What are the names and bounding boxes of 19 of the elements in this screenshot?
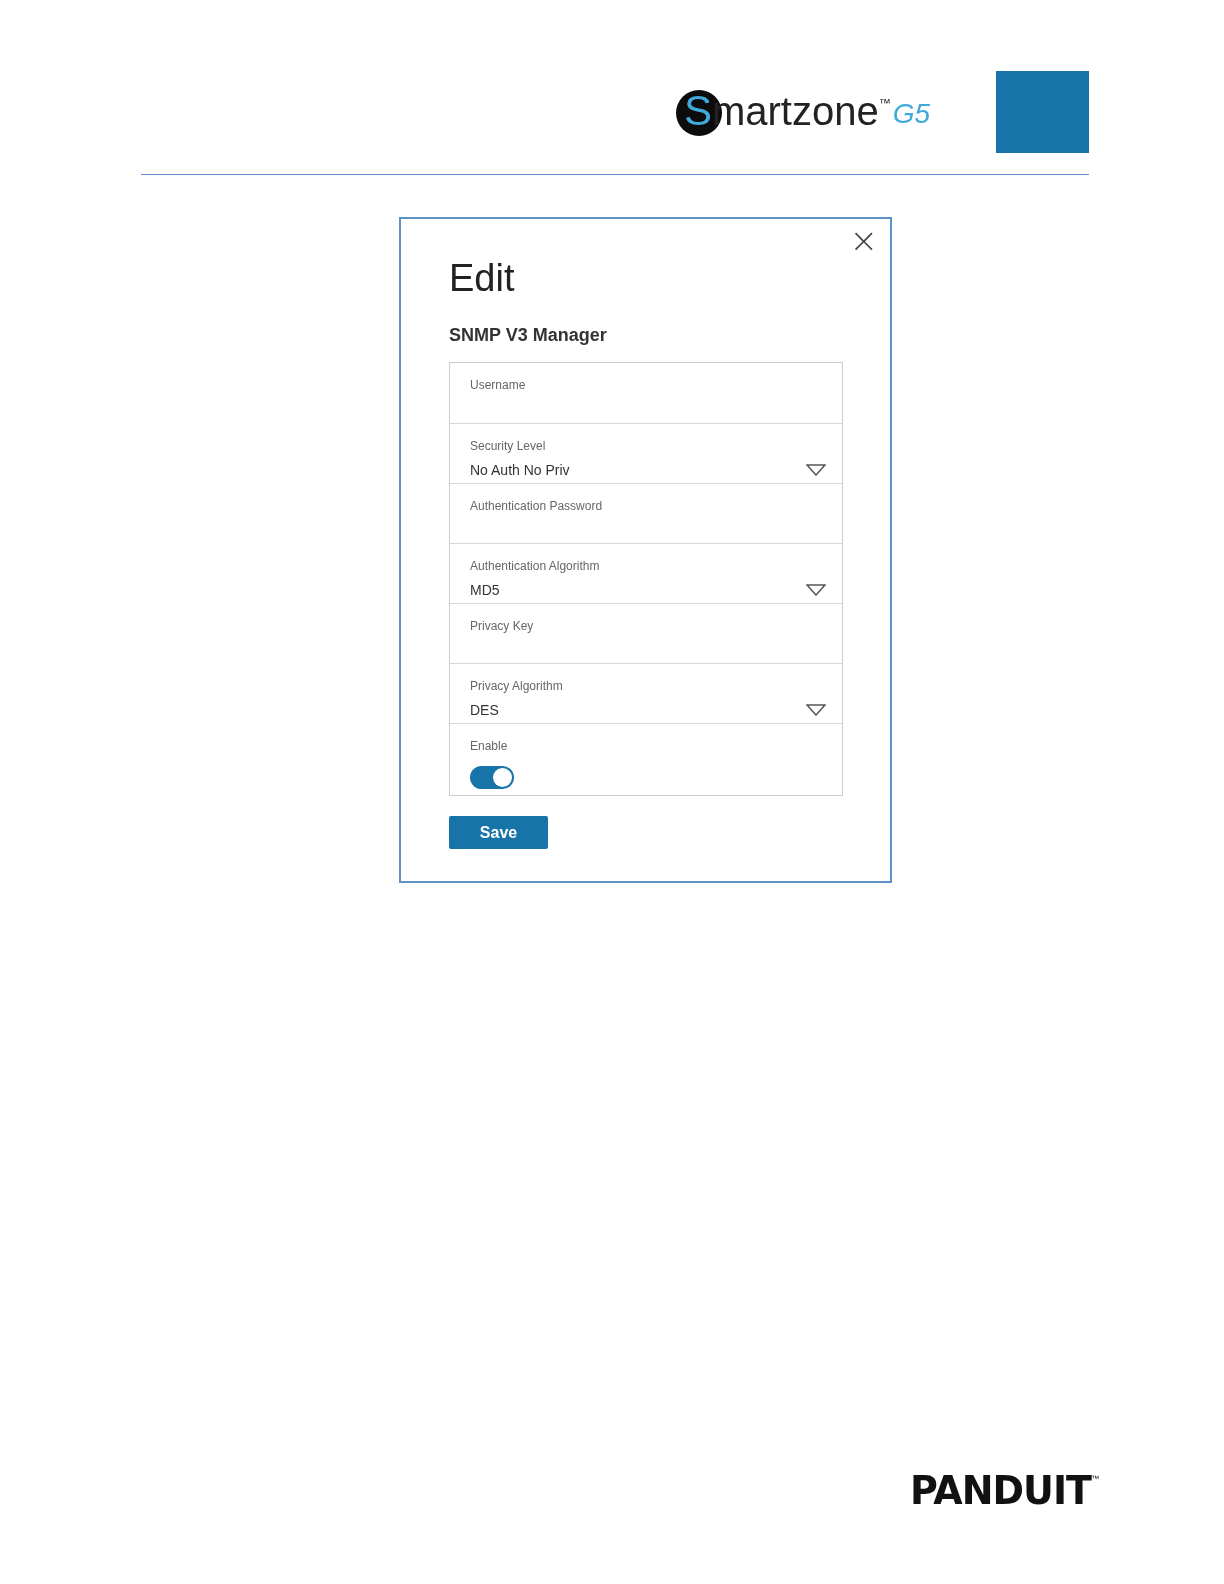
field-label: Privacy Algorithm xyxy=(470,679,563,693)
field-label: Enable xyxy=(470,739,508,753)
field-label: Security Level xyxy=(470,439,546,453)
select-value[interactable]: No Auth No Priv xyxy=(470,462,570,478)
field-label: Authentication Password xyxy=(470,499,603,513)
field-label: Username xyxy=(470,378,526,392)
field-label: Privacy Key xyxy=(470,619,534,633)
dropdown-caret-icon[interactable] xyxy=(806,704,826,716)
field-label: Authentication Algorithm xyxy=(470,559,600,573)
dialog-subtitle: SNMP V3 Manager xyxy=(449,325,607,346)
dropdown-caret-icon[interactable] xyxy=(806,464,826,476)
panduit-logo: PANDUIT™ xyxy=(910,1468,1100,1512)
save-button[interactable]: Save xyxy=(449,816,548,849)
dialog-title: Edit xyxy=(449,256,515,301)
select-value[interactable]: DES xyxy=(470,702,499,718)
dropdown-caret-icon[interactable] xyxy=(806,584,826,596)
toggle-switch[interactable] xyxy=(470,766,514,789)
close-button[interactable]: × xyxy=(845,223,882,257)
select-value[interactable]: MD5 xyxy=(470,582,500,598)
